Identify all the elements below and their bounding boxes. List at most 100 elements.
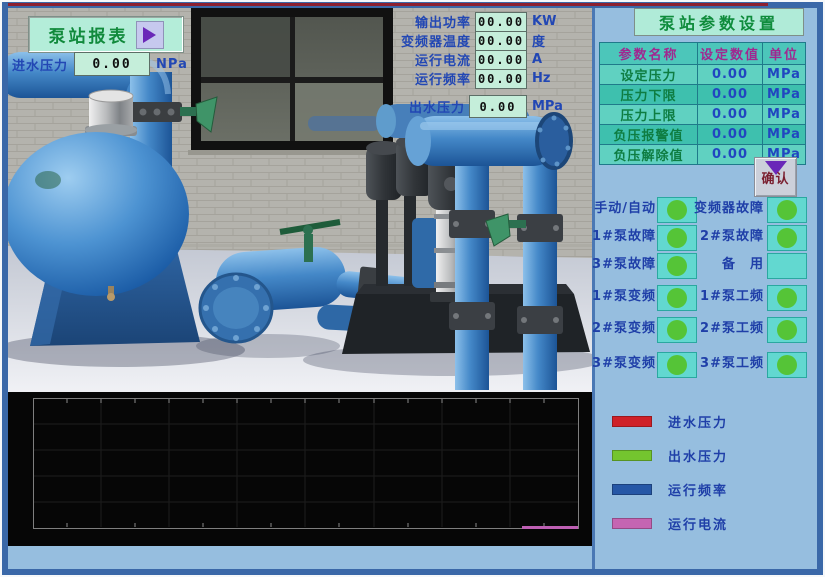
indicator-lamp bbox=[767, 352, 807, 378]
indicator-label: 1#泵工频 bbox=[694, 285, 764, 309]
report-button-label: 泵站报表 bbox=[49, 22, 129, 47]
param-unit: MPa bbox=[763, 85, 806, 105]
param-name: 负压报警值 bbox=[600, 125, 698, 145]
param-name: 设定压力 bbox=[600, 65, 698, 85]
indicator-lamp bbox=[767, 197, 807, 223]
indicator-lamp bbox=[767, 225, 807, 251]
readout-row: 变频器温度 00.00 度 bbox=[308, 31, 570, 50]
readout-label: 输出功率 bbox=[308, 12, 471, 31]
indicator-label: 2#泵故障 bbox=[694, 225, 764, 249]
indicator-label: 变频器故障 bbox=[694, 197, 764, 221]
param-unit: MPa bbox=[763, 125, 806, 145]
param-value-field[interactable]: 0.00 bbox=[698, 125, 763, 145]
readout-value: 00.00 bbox=[475, 50, 527, 70]
param-name: 压力上限 bbox=[600, 105, 698, 125]
legend-swatch-run-current bbox=[612, 518, 652, 529]
top-accent-line bbox=[8, 3, 768, 6]
confirm-button[interactable]: 确认 bbox=[754, 157, 797, 197]
readout-value: 00.00 bbox=[475, 69, 527, 89]
readout-value: 00.00 bbox=[475, 31, 527, 51]
legend-row: 运行电流 bbox=[612, 517, 728, 529]
indicator-label: 2#泵变频 bbox=[592, 317, 656, 341]
led-icon bbox=[777, 228, 797, 248]
legend-label: 进水压力 bbox=[668, 412, 728, 431]
readout-value: 00.00 bbox=[475, 12, 527, 32]
report-nav-button[interactable] bbox=[136, 21, 164, 49]
indicator-lamp bbox=[767, 317, 807, 343]
outlet-pressure-group: 出水压力 0.00 MPa bbox=[308, 97, 570, 116]
outlet-pressure-value: 0.00 bbox=[469, 95, 527, 118]
legend-swatch-outlet-pressure bbox=[612, 450, 652, 461]
settings-panel-title: 泵站参数设置 bbox=[634, 8, 804, 36]
led-icon bbox=[667, 355, 687, 375]
param-name: 压力下限 bbox=[600, 85, 698, 105]
readout-unit: 度 bbox=[532, 31, 570, 50]
col-header-name: 参数名称 bbox=[600, 43, 698, 65]
led-icon bbox=[667, 320, 687, 340]
param-value-field[interactable]: 0.00 bbox=[698, 105, 763, 125]
legend-row: 运行频率 bbox=[612, 483, 728, 495]
led-icon bbox=[667, 256, 687, 276]
readout-label: 运行频率 bbox=[308, 69, 471, 88]
pump-station-hmi: 泵站报表 进水压力 0.00 NPa 输出功率 00.00 KW 变频器温度 0… bbox=[0, 0, 825, 577]
legend-swatch-run-frequency bbox=[612, 484, 652, 495]
tank-canister bbox=[85, 90, 137, 136]
indicator-label: 手动/自动 bbox=[592, 197, 656, 221]
inlet-pressure-unit: NPa bbox=[156, 57, 188, 72]
confirm-button-label: 确认 bbox=[761, 168, 789, 187]
param-value-field[interactable]: 0.00 bbox=[698, 85, 763, 105]
indicator-lamp bbox=[767, 285, 807, 311]
param-unit: MPa bbox=[763, 65, 806, 85]
legend-label: 出水压力 bbox=[668, 446, 728, 465]
led-icon bbox=[777, 200, 797, 220]
indicator-label: 1#泵变频 bbox=[592, 285, 656, 309]
legend-row: 进水压力 bbox=[612, 415, 728, 427]
indicator-row: 1#泵故障 2#泵故障 bbox=[596, 225, 814, 249]
indicator-label: 1#泵故障 bbox=[592, 225, 656, 249]
param-unit: MPa bbox=[763, 105, 806, 125]
settings-panel: 泵站参数设置 参数名称 设定数值 单位 设定压力 0.00 MPa 压力下限 0… bbox=[596, 8, 814, 569]
indicator-row: 1#泵变频 1#泵工频 bbox=[596, 285, 814, 309]
play-triangle-icon bbox=[143, 27, 156, 43]
param-value-field[interactable]: 0.00 bbox=[698, 65, 763, 85]
col-header-value: 设定数值 bbox=[698, 43, 763, 65]
led-icon bbox=[777, 288, 797, 308]
led-icon bbox=[667, 288, 687, 308]
indicator-lamp bbox=[657, 253, 697, 279]
readout-unit: A bbox=[532, 52, 570, 67]
inlet-pressure-group: 进水压力 0.00 NPa bbox=[12, 52, 188, 76]
outlet-pressure-label: 出水压力 bbox=[308, 97, 465, 116]
table-row: 负压报警值 0.00 MPa bbox=[600, 125, 806, 145]
led-icon bbox=[667, 200, 687, 220]
indicator-row: 3#泵变频 3#泵工频 bbox=[596, 352, 814, 376]
led-icon bbox=[667, 228, 687, 248]
indicator-label: 2#泵工频 bbox=[694, 317, 764, 341]
legend-swatch-inlet-pressure bbox=[612, 416, 652, 427]
readout-row: 运行频率 00.00 Hz bbox=[308, 69, 570, 88]
indicator-lamp bbox=[657, 317, 697, 343]
indicator-label: 3#泵变频 bbox=[592, 352, 656, 376]
table-row: 设定压力 0.00 MPa bbox=[600, 65, 806, 85]
pump-station-3d-scene: 泵站报表 进水压力 0.00 NPa 输出功率 00.00 KW 变频器温度 0… bbox=[8, 8, 592, 392]
parameters-table: 参数名称 设定数值 单位 设定压力 0.00 MPa 压力下限 0.00 MPa… bbox=[599, 42, 806, 165]
readout-label: 变频器温度 bbox=[308, 31, 471, 50]
readout-row: 输出功率 00.00 KW bbox=[308, 12, 570, 31]
trend-chart-grid bbox=[8, 392, 592, 546]
indicator-label: 3#泵工频 bbox=[694, 352, 764, 376]
indicator-lamp bbox=[657, 285, 697, 311]
param-name: 负压解除值 bbox=[600, 145, 698, 165]
inlet-pressure-label: 进水压力 bbox=[12, 55, 68, 74]
report-button[interactable]: 泵站报表 bbox=[28, 16, 184, 53]
readout-label: 运行电流 bbox=[308, 50, 471, 69]
indicator-row: 手动/自动 变频器故障 bbox=[596, 197, 814, 221]
param-value-field[interactable]: 0.00 bbox=[698, 145, 763, 165]
readout-unit: Hz bbox=[532, 71, 570, 86]
outlet-pressure-unit: MPa bbox=[532, 99, 570, 114]
inlet-pressure-value: 0.00 bbox=[74, 52, 150, 76]
legend-row: 出水压力 bbox=[612, 449, 728, 461]
indicator-label: 备 用 bbox=[694, 253, 764, 277]
table-row: 压力下限 0.00 MPa bbox=[600, 85, 806, 105]
table-header-row: 参数名称 设定数值 单位 bbox=[600, 43, 806, 65]
led-icon bbox=[777, 355, 797, 375]
indicator-lamp bbox=[657, 225, 697, 251]
